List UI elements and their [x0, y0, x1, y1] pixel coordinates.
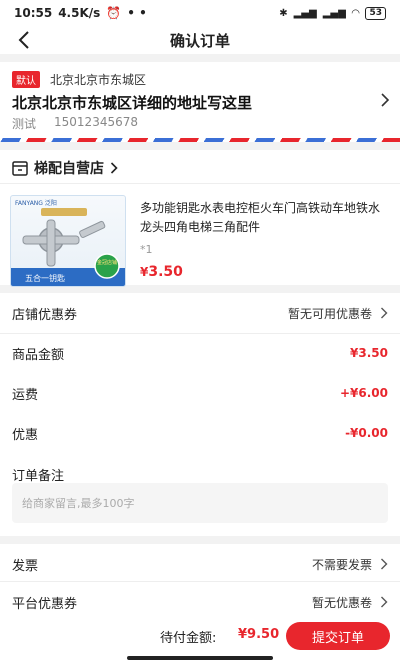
alarm-icon: ⏰ [106, 6, 122, 20]
chevron-right-icon [110, 162, 118, 174]
signal-icon: ▂▄▆ [293, 7, 317, 19]
contact-name: 测试 [12, 117, 37, 131]
row-value: ¥3.50 [350, 346, 388, 360]
row-value: 不需要发票 [311, 557, 372, 572]
page-title: 确认订单 [169, 31, 230, 50]
address-card[interactable]: 默认 北京北京市东城区 北京北京市东城区详细的地址写这里 测试 15012345… [0, 62, 400, 142]
status-speed: 4.5K/s [58, 6, 101, 20]
remark-input[interactable] [12, 483, 388, 523]
total-amount: ¥9.50 [238, 627, 280, 642]
more-dots-icon: • • [127, 6, 147, 20]
product-quantity: *1 [140, 243, 153, 256]
bluetooth-icon: ✱ [279, 7, 288, 19]
row-shop-coupon[interactable]: 店铺优惠券 暂无可用优惠卷 [0, 293, 400, 333]
key-illustration: FANYANG 泛阳 五合一钥匙 金冠店铺 [11, 199, 125, 286]
shop-card: 梯配自营店 FANYANG 泛阳 五合一钥匙 金冠店铺 多功能钥匙水表电控柜火车… [0, 150, 400, 287]
row-label: 店铺优惠券 [12, 307, 78, 323]
product-image-badge: 金冠店铺 [97, 259, 117, 266]
address-region: 北京北京市东城区 [50, 73, 147, 87]
back-button[interactable] [12, 28, 36, 52]
divider [0, 183, 400, 184]
product-image-caption: 五合一钥匙 [25, 273, 65, 283]
home-indicator [127, 656, 273, 660]
default-badge: 默认 [12, 71, 40, 88]
chevron-right-icon [381, 307, 388, 319]
row-discount: 优惠 -¥0.00 [0, 413, 400, 453]
status-bar: 10:55 4.5K/s ⏰ • • ✱ ▂▄▆ ▂▄▆ ◠ 53 [0, 0, 400, 26]
store-icon [12, 160, 28, 176]
chevron-right-icon [381, 596, 388, 608]
row-label: 优惠 [12, 427, 39, 443]
total-label: 待付金额: [160, 631, 217, 646]
chevron-right-icon [381, 558, 388, 570]
product-image-brand: FANYANG 泛阳 [15, 199, 57, 207]
nav-bar: 确认订单 [0, 26, 400, 54]
status-time: 10:55 [14, 6, 53, 20]
wifi-icon: ◠ [351, 7, 360, 19]
extra-options: 发票 不需要发票 平台优惠券 暂无优惠卷 [0, 544, 400, 624]
row-platform-coupon[interactable]: 平台优惠券 暂无优惠卷 [0, 582, 400, 622]
row-value: 暂无可用优惠卷 [287, 306, 372, 321]
product-name: 多功能钥匙水表电控柜火车门高铁动车地铁水龙头四角电梯三角配件 [140, 201, 381, 234]
battery-icon: 53 [365, 6, 386, 20]
row-shipping: 运费 +¥6.00 [0, 373, 400, 413]
row-value: 暂无优惠卷 [311, 595, 372, 610]
chevron-right-icon [381, 93, 390, 107]
row-value: +¥6.00 [339, 386, 388, 400]
product-price: ¥3.50 [140, 264, 183, 280]
product-image[interactable]: FANYANG 泛阳 五合一钥匙 金冠店铺 [10, 195, 126, 287]
row-label: 运费 [12, 387, 39, 403]
row-label: 平台优惠券 [12, 596, 78, 612]
contact-phone: 15012345678 [54, 115, 138, 129]
row-label: 发票 [12, 558, 39, 574]
signal-2-icon: ▂▄▆ [322, 7, 346, 19]
submit-order-button[interactable]: 提交订单 [286, 622, 390, 650]
order-details: 店铺优惠券 暂无可用优惠卷 商品金额 ¥3.50 运费 +¥6.00 优惠 -¥… [0, 293, 400, 536]
row-invoice[interactable]: 发票 不需要发票 [0, 544, 400, 584]
shop-header[interactable]: 梯配自营店 [12, 158, 118, 178]
row-label: 商品金额 [12, 347, 65, 363]
address-stripe [0, 138, 400, 142]
shop-name: 梯配自营店 [34, 161, 104, 177]
remark-label: 订单备注 [12, 469, 65, 484]
row-goods-amount: 商品金额 ¥3.50 [0, 333, 400, 373]
back-arrow-icon [18, 31, 29, 49]
row-value: -¥0.00 [345, 426, 388, 440]
address-detail: 北京北京市东城区详细的地址写这里 [12, 94, 253, 112]
price-value: 3.50 [148, 264, 183, 280]
